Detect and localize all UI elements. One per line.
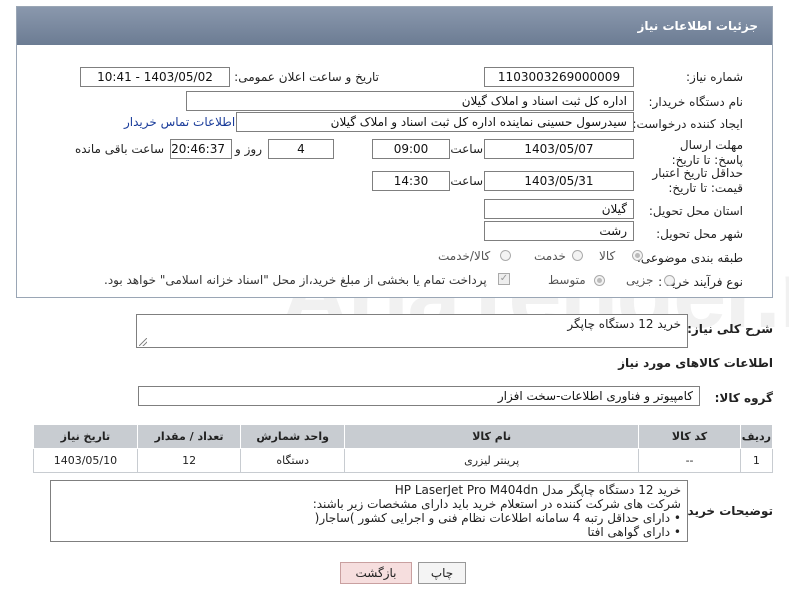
validity-date-field[interactable]: 1403/05/31 [484, 171, 634, 191]
category-goods-label: کالا [599, 249, 616, 263]
treasury-checkbox[interactable]: ✓ [498, 273, 510, 285]
category-label: طبقه بندی موضوعی: [636, 251, 743, 265]
cell-code: -- [638, 448, 741, 473]
notes-line: • دارای گواهی افتا [587, 525, 681, 539]
buyer-contact-link[interactable]: اطلاعات تماس خریدار [124, 115, 235, 129]
panel-title: جزئیات اطلاعات نیاز [17, 7, 772, 45]
category-service-label: خدمت [534, 249, 566, 263]
creator-field[interactable]: سیدرسول حسینی نماینده اداره کل ثبت اسناد… [236, 112, 634, 132]
announce-field[interactable]: 1403/05/02 - 10:41 [80, 67, 230, 87]
col-code-header: کد کالا [638, 424, 741, 449]
cell-row: 1 [739, 448, 774, 473]
need-number-field[interactable]: 1103003269000009 [484, 67, 634, 87]
purchase-minor-label: جزیی [626, 273, 654, 287]
buyer-notes-textarea[interactable]: خرید 12 دستگاه چاپگر مدل HP LaserJet Pro… [50, 480, 688, 542]
deadline-label: مهلت ارسال پاسخ: تا تاریخ: [671, 138, 743, 167]
city-label: شهر محل تحویل: [656, 227, 743, 241]
summary-textarea[interactable]: خرید 12 دستگاه چاپگر [136, 314, 688, 348]
announce-label: تاریخ و ساعت اعلان عمومی: [234, 70, 379, 84]
province-label: استان محل تحویل: [648, 204, 743, 218]
print-button[interactable]: چاپ [418, 562, 466, 584]
purchase-medium-radio[interactable] [594, 275, 605, 286]
col-unit-header: واحد شمارش [240, 424, 345, 449]
goods-group-field[interactable]: کامپیوتر و فناوری اطلاعات-سخت افزار [138, 386, 700, 406]
table-header-row: ردیف کد کالا نام کالا واحد شمارش تعداد /… [33, 424, 774, 449]
treasury-note: پرداخت تمام یا بخشی از مبلغ خرید،از محل … [104, 273, 487, 287]
validity-time-field[interactable]: 14:30 [372, 171, 450, 191]
deadline-time-label: ساعت [450, 142, 483, 156]
summary-label: شرح کلی نیاز: [687, 322, 773, 336]
days-field[interactable]: 4 [268, 139, 334, 159]
goods-group-label: گروه کالا: [714, 391, 773, 405]
deadline-time-field[interactable]: 09:00 [372, 139, 450, 159]
category-service-radio[interactable] [572, 250, 583, 261]
summary-text: خرید 12 دستگاه چاپگر [567, 317, 681, 331]
buyer-org-label: نام دستگاه خریدار: [648, 95, 744, 109]
need-number-label: شماره نیاز: [686, 70, 743, 84]
purchase-minor-radio[interactable] [664, 275, 675, 286]
category-goods-radio[interactable] [632, 250, 643, 261]
validity-label: حداقل تاریخ اعتبار قیمت: تا تاریخ: [652, 166, 743, 195]
back-button[interactable]: بازگشت [340, 562, 412, 584]
creator-label: ایجاد کننده درخواست: [632, 117, 743, 131]
table-row[interactable]: 1 -- پرینتر لیزری دستگاه 12 1403/05/10 [33, 448, 774, 473]
deadline-date-field[interactable]: 1403/05/07 [484, 139, 634, 159]
remaining-label: ساعت باقی مانده [74, 142, 164, 156]
province-field[interactable]: گیلان [484, 199, 634, 219]
notes-line: شرکت های شرکت کننده در استعلام خرید باید… [312, 497, 681, 511]
cell-name: پرینتر لیزری [343, 448, 640, 473]
col-name-header: نام کالا [343, 424, 640, 449]
validity-time-label: ساعت [450, 174, 483, 188]
cell-qty: 12 [136, 448, 242, 473]
resize-grip-icon[interactable] [139, 338, 147, 346]
category-both-label: کالا/خدمت [438, 249, 491, 263]
goods-section-title: اطلاعات کالاهای مورد نیاز [618, 356, 773, 370]
remaining-time-field[interactable]: 20:46:37 [170, 139, 232, 159]
cell-unit: دستگاه [240, 448, 345, 473]
cell-date: 1403/05/10 [33, 448, 138, 473]
notes-line: • دارای حداقل رتبه 4 سامانه اطلاعات نظام… [314, 511, 681, 525]
category-both-radio[interactable] [500, 250, 511, 261]
col-row-header: ردیف [739, 424, 774, 449]
notes-line: خرید 12 دستگاه چاپگر مدل HP LaserJet Pro… [394, 483, 681, 497]
buyer-org-field[interactable]: اداره کل ثبت اسناد و املاک گیلان [186, 91, 634, 111]
purchase-medium-label: متوسط [548, 273, 586, 287]
days-label: روز و [235, 142, 262, 156]
city-field[interactable]: رشت [484, 221, 634, 241]
goods-table: ردیف کد کالا نام کالا واحد شمارش تعداد /… [33, 424, 774, 473]
col-date-header: تاریخ نیاز [33, 424, 138, 449]
col-qty-header: تعداد / مقدار [136, 424, 242, 449]
